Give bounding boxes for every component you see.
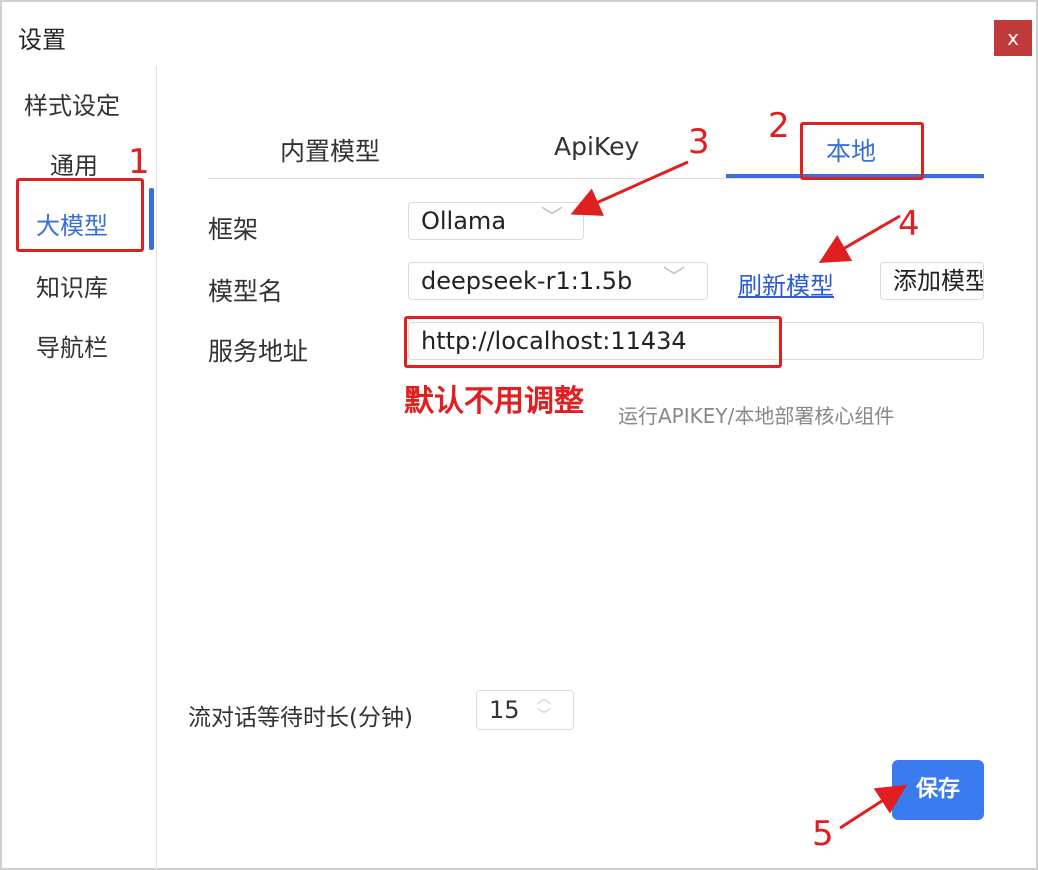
arrow-3	[570, 160, 689, 216]
settings-window: 设置 x 样式设定 通用 大模型 知识库 导航栏 内置模型 ApiKey 本地 …	[0, 0, 1038, 870]
annotation-arrows	[570, 160, 908, 830]
arrow-4	[818, 214, 901, 264]
arrow-5	[839, 784, 908, 830]
